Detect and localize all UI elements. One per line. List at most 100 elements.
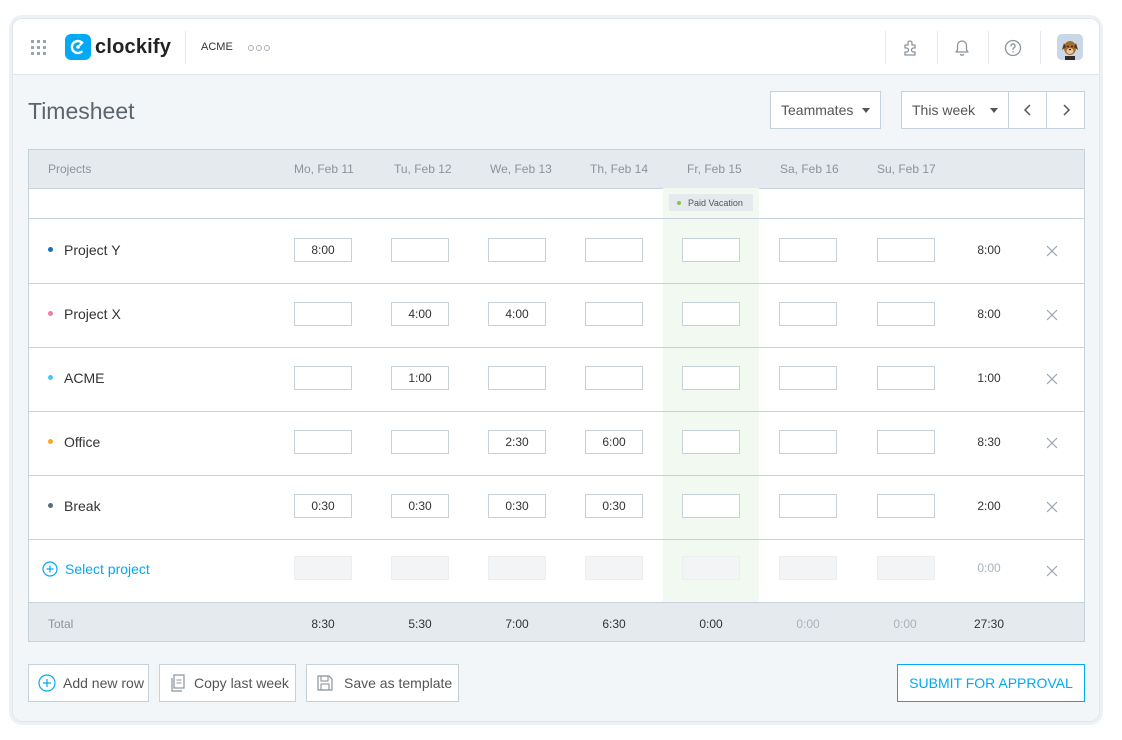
project-name[interactable]: Office bbox=[64, 434, 100, 450]
previous-week-button[interactable] bbox=[1008, 91, 1047, 129]
logo[interactable]: clockify bbox=[65, 34, 171, 60]
close-icon[interactable] bbox=[1045, 372, 1059, 386]
time-cell[interactable] bbox=[877, 302, 935, 326]
save-as-template-button[interactable]: Save as template bbox=[306, 664, 459, 702]
day-total: 7:00 bbox=[505, 617, 529, 631]
plus-circle-icon bbox=[42, 561, 58, 577]
add-new-row-button[interactable]: Add new row bbox=[28, 664, 149, 702]
time-cell[interactable] bbox=[585, 302, 643, 326]
copy-last-week-button[interactable]: Copy last week bbox=[159, 664, 296, 702]
time-cell[interactable]: 0:30 bbox=[488, 494, 546, 518]
time-cell[interactable] bbox=[391, 430, 449, 454]
table-row: ACME 1:00 1:00 bbox=[29, 347, 1084, 412]
table-row: Project Y 8:00 8:00 bbox=[29, 219, 1084, 284]
time-cell[interactable]: 0:30 bbox=[585, 494, 643, 518]
time-cell[interactable] bbox=[488, 238, 546, 262]
project-color-dot bbox=[48, 503, 53, 508]
divider bbox=[1040, 31, 1041, 64]
time-cell[interactable] bbox=[682, 494, 740, 518]
time-cell[interactable] bbox=[877, 494, 935, 518]
time-cell[interactable]: 8:00 bbox=[294, 238, 352, 262]
close-icon[interactable] bbox=[1045, 244, 1059, 258]
select-project-label: Select project bbox=[65, 561, 150, 577]
time-cell[interactable] bbox=[779, 302, 837, 326]
divider bbox=[885, 31, 886, 64]
time-cell[interactable] bbox=[779, 430, 837, 454]
app-window: clockify ACME Timesheet Teammates This w… bbox=[12, 18, 1100, 722]
time-cell[interactable] bbox=[682, 366, 740, 390]
project-name[interactable]: Project Y bbox=[64, 242, 121, 258]
week-dropdown[interactable]: This week bbox=[901, 91, 1009, 129]
save-icon bbox=[317, 675, 333, 691]
time-cell[interactable] bbox=[294, 366, 352, 390]
time-cell[interactable]: 6:00 bbox=[585, 430, 643, 454]
time-cell[interactable] bbox=[391, 238, 449, 262]
time-cell[interactable] bbox=[585, 238, 643, 262]
teammates-label: Teammates bbox=[781, 102, 854, 118]
time-cell-disabled bbox=[585, 556, 643, 580]
day-header: Sa, Feb 16 bbox=[780, 162, 839, 176]
time-cell[interactable] bbox=[682, 302, 740, 326]
timesheet-table: Projects Mo, Feb 11 Tu, Feb 12 We, Feb 1… bbox=[28, 149, 1085, 642]
close-icon[interactable] bbox=[1045, 564, 1059, 578]
time-cell[interactable] bbox=[585, 366, 643, 390]
avatar[interactable] bbox=[1057, 34, 1083, 60]
totals-row: Total 8:30 5:30 7:00 6:30 0:00 0:00 0:00… bbox=[29, 602, 1084, 641]
project-color-dot bbox=[48, 311, 53, 316]
time-cell[interactable] bbox=[294, 302, 352, 326]
project-color-dot bbox=[48, 439, 53, 444]
select-project-button[interactable]: Select project bbox=[42, 561, 150, 577]
time-cell-disabled bbox=[391, 556, 449, 580]
time-cell-disabled bbox=[488, 556, 546, 580]
time-cell[interactable] bbox=[779, 366, 837, 390]
time-cell[interactable]: 0:30 bbox=[391, 494, 449, 518]
project-name[interactable]: Project X bbox=[64, 306, 121, 322]
time-cell[interactable]: 1:00 bbox=[391, 366, 449, 390]
save-template-label: Save as template bbox=[344, 675, 453, 691]
time-cell-disabled bbox=[779, 556, 837, 580]
extension-icon[interactable] bbox=[901, 38, 921, 58]
time-cell[interactable] bbox=[294, 430, 352, 454]
select-project-row: Select project 0:00 bbox=[29, 539, 1084, 604]
badge-label: Paid Vacation bbox=[688, 197, 743, 208]
clockify-logo-icon bbox=[65, 34, 91, 60]
caret-down-icon bbox=[990, 108, 998, 113]
project-name[interactable]: Break bbox=[64, 498, 101, 514]
close-icon[interactable] bbox=[1045, 436, 1059, 450]
status-dot bbox=[677, 200, 681, 205]
page-title: Timesheet bbox=[28, 98, 135, 124]
day-header: Mo, Feb 11 bbox=[294, 162, 354, 176]
time-cell[interactable] bbox=[682, 430, 740, 454]
next-week-button[interactable] bbox=[1046, 91, 1085, 129]
more-dots-icon[interactable] bbox=[248, 45, 270, 51]
time-cell[interactable] bbox=[779, 238, 837, 262]
day-header: Tu, Feb 12 bbox=[394, 162, 452, 176]
day-total: 0:00 bbox=[699, 617, 723, 631]
close-icon[interactable] bbox=[1045, 308, 1059, 322]
teammates-dropdown[interactable]: Teammates bbox=[770, 91, 881, 129]
submit-for-approval-button[interactable]: SUBMIT FOR APPROVAL bbox=[897, 664, 1085, 702]
time-cell[interactable] bbox=[877, 430, 935, 454]
time-cell[interactable]: 2:30 bbox=[488, 430, 546, 454]
time-cell[interactable] bbox=[682, 238, 740, 262]
grand-total: 27:30 bbox=[973, 617, 1005, 631]
total-label: Total bbox=[48, 617, 74, 631]
help-icon[interactable] bbox=[1003, 38, 1023, 58]
projects-header: Projects bbox=[48, 162, 92, 176]
workspace-name[interactable]: ACME bbox=[201, 41, 233, 53]
bell-icon[interactable] bbox=[952, 38, 972, 58]
time-cell[interactable] bbox=[488, 366, 546, 390]
project-name[interactable]: ACME bbox=[64, 370, 104, 386]
day-header: Th, Feb 14 bbox=[590, 162, 649, 176]
time-cell[interactable] bbox=[877, 238, 935, 262]
time-cell[interactable]: 4:00 bbox=[391, 302, 449, 326]
time-cell[interactable] bbox=[779, 494, 837, 518]
time-cell[interactable]: 4:00 bbox=[488, 302, 546, 326]
copy-icon bbox=[171, 674, 185, 692]
row-total: 8:30 bbox=[977, 435, 1001, 449]
time-cell[interactable]: 0:30 bbox=[294, 494, 352, 518]
time-cell[interactable] bbox=[877, 366, 935, 390]
apps-grid-icon[interactable] bbox=[31, 40, 46, 55]
close-icon[interactable] bbox=[1045, 500, 1059, 514]
day-total: 0:00 bbox=[796, 617, 820, 631]
